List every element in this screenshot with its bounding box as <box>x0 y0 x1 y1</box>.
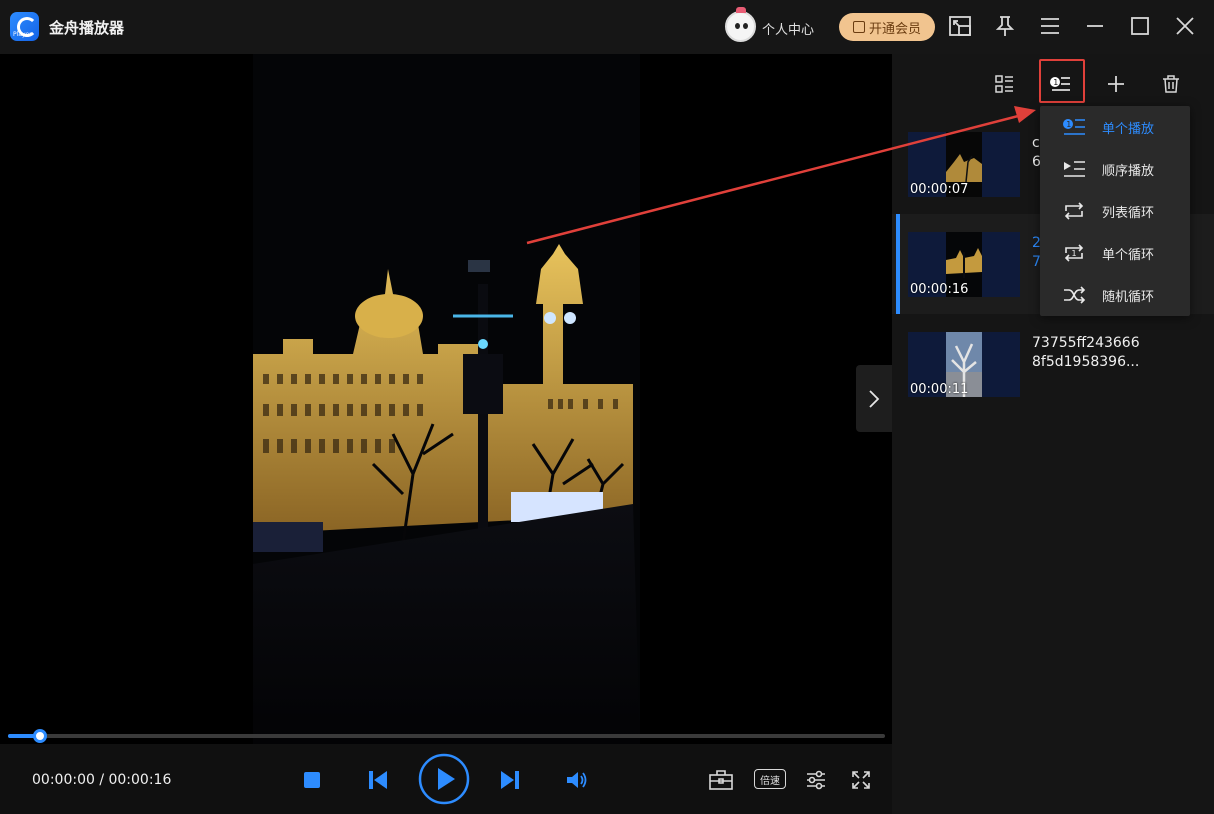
thumbnail-duration: 00:00:07 <box>910 182 969 197</box>
svg-text:1: 1 <box>1066 120 1071 129</box>
video-thumbnail: 00:00:16 <box>908 232 1020 297</box>
toolbox-icon <box>709 770 733 790</box>
vip-button-label: 开通会员 <box>868 21 921 37</box>
single-play-icon: 1 <box>1063 119 1085 135</box>
vip-button[interactable]: 开通会员 <box>839 13 935 41</box>
skip-next-icon <box>501 771 519 789</box>
menu-item-label: 单个循环 <box>1102 247 1155 263</box>
speed-button[interactable]: 倍速 <box>753 766 787 792</box>
video-frame <box>253 54 640 744</box>
chevron-right-icon <box>869 389 880 408</box>
menu-icon[interactable] <box>1036 12 1064 40</box>
skip-previous-icon <box>369 771 387 789</box>
stop-icon <box>304 772 320 788</box>
menu-item-shuffle[interactable]: 随机循环 <box>1040 274 1190 316</box>
next-button[interactable] <box>496 766 524 794</box>
previous-button[interactable] <box>364 766 392 794</box>
annotation-highlight-box <box>1039 59 1085 103</box>
video-area[interactable] <box>0 54 892 744</box>
playlist-item-name: 73755ff243666 8f5d1958396... <box>1032 335 1140 370</box>
menu-item-label: 随机循环 <box>1102 289 1155 305</box>
minimize-icon[interactable] <box>1081 12 1109 40</box>
thumbnail-duration: 00:00:11 <box>910 382 969 397</box>
volume-icon <box>567 772 587 788</box>
control-bar: 00:00:00 / 00:00:16 倍速 <box>0 744 892 814</box>
app-logo <box>10 12 39 41</box>
maximize-icon[interactable] <box>1126 12 1154 40</box>
time-display: 00:00:00 / 00:00:16 <box>32 772 172 788</box>
menu-item-sequential-play[interactable]: 顺序播放 <box>1040 148 1190 190</box>
play-mode-menu: 1 单个播放 顺序播放 列表循环 1 单个循环 随机循环 <box>1040 106 1190 316</box>
video-scene-image <box>253 54 640 744</box>
single-loop-icon: 1 <box>1064 244 1084 262</box>
mini-mode-icon[interactable] <box>946 12 974 40</box>
menu-item-label: 顺序播放 <box>1102 163 1155 179</box>
user-avatar[interactable] <box>725 7 756 42</box>
play-icon <box>418 753 470 805</box>
active-indicator <box>896 214 900 314</box>
menu-item-single-loop[interactable]: 1 单个循环 <box>1040 232 1190 274</box>
fullscreen-button[interactable] <box>847 766 875 794</box>
progress-bar[interactable] <box>8 729 885 743</box>
thumbs-up-icon <box>852 21 865 33</box>
volume-button[interactable] <box>562 766 590 794</box>
settings-button[interactable] <box>802 766 830 794</box>
app-title: 金舟播放器 <box>49 19 125 37</box>
menu-item-list-loop[interactable]: 列表循环 <box>1040 190 1190 232</box>
delete-icon[interactable] <box>1157 70 1185 98</box>
menu-item-single-play[interactable]: 1 单个播放 <box>1040 106 1190 148</box>
sliders-icon <box>807 770 825 790</box>
video-thumbnail: 00:00:07 <box>908 132 1020 197</box>
title-bar: 金舟播放器 个人中心 开通会员 <box>0 0 1214 54</box>
thumbnail-duration: 00:00:16 <box>910 282 969 297</box>
sequential-play-icon <box>1064 161 1085 177</box>
pin-icon[interactable] <box>991 12 1019 40</box>
menu-item-label: 列表循环 <box>1102 205 1155 221</box>
add-icon[interactable] <box>1102 70 1130 98</box>
toolbox-button[interactable] <box>706 766 736 794</box>
speed-label: 倍速 <box>754 769 786 789</box>
fullscreen-icon <box>852 771 870 789</box>
play-button[interactable] <box>418 753 470 805</box>
collapse-panel-button[interactable] <box>856 365 892 432</box>
video-thumbnail: 00:00:11 <box>908 332 1020 397</box>
svg-text:1: 1 <box>1072 249 1077 258</box>
shuffle-icon <box>1064 286 1086 304</box>
stop-button[interactable] <box>300 768 324 792</box>
menu-item-label: 单个播放 <box>1102 121 1155 137</box>
close-icon[interactable] <box>1171 12 1199 40</box>
list-loop-icon <box>1064 202 1084 220</box>
list-view-icon[interactable] <box>990 70 1018 98</box>
user-center-link[interactable]: 个人中心 <box>762 19 814 38</box>
playlist-item[interactable]: 00:00:11 73755ff243666 8f5d1958396... <box>892 314 1214 414</box>
